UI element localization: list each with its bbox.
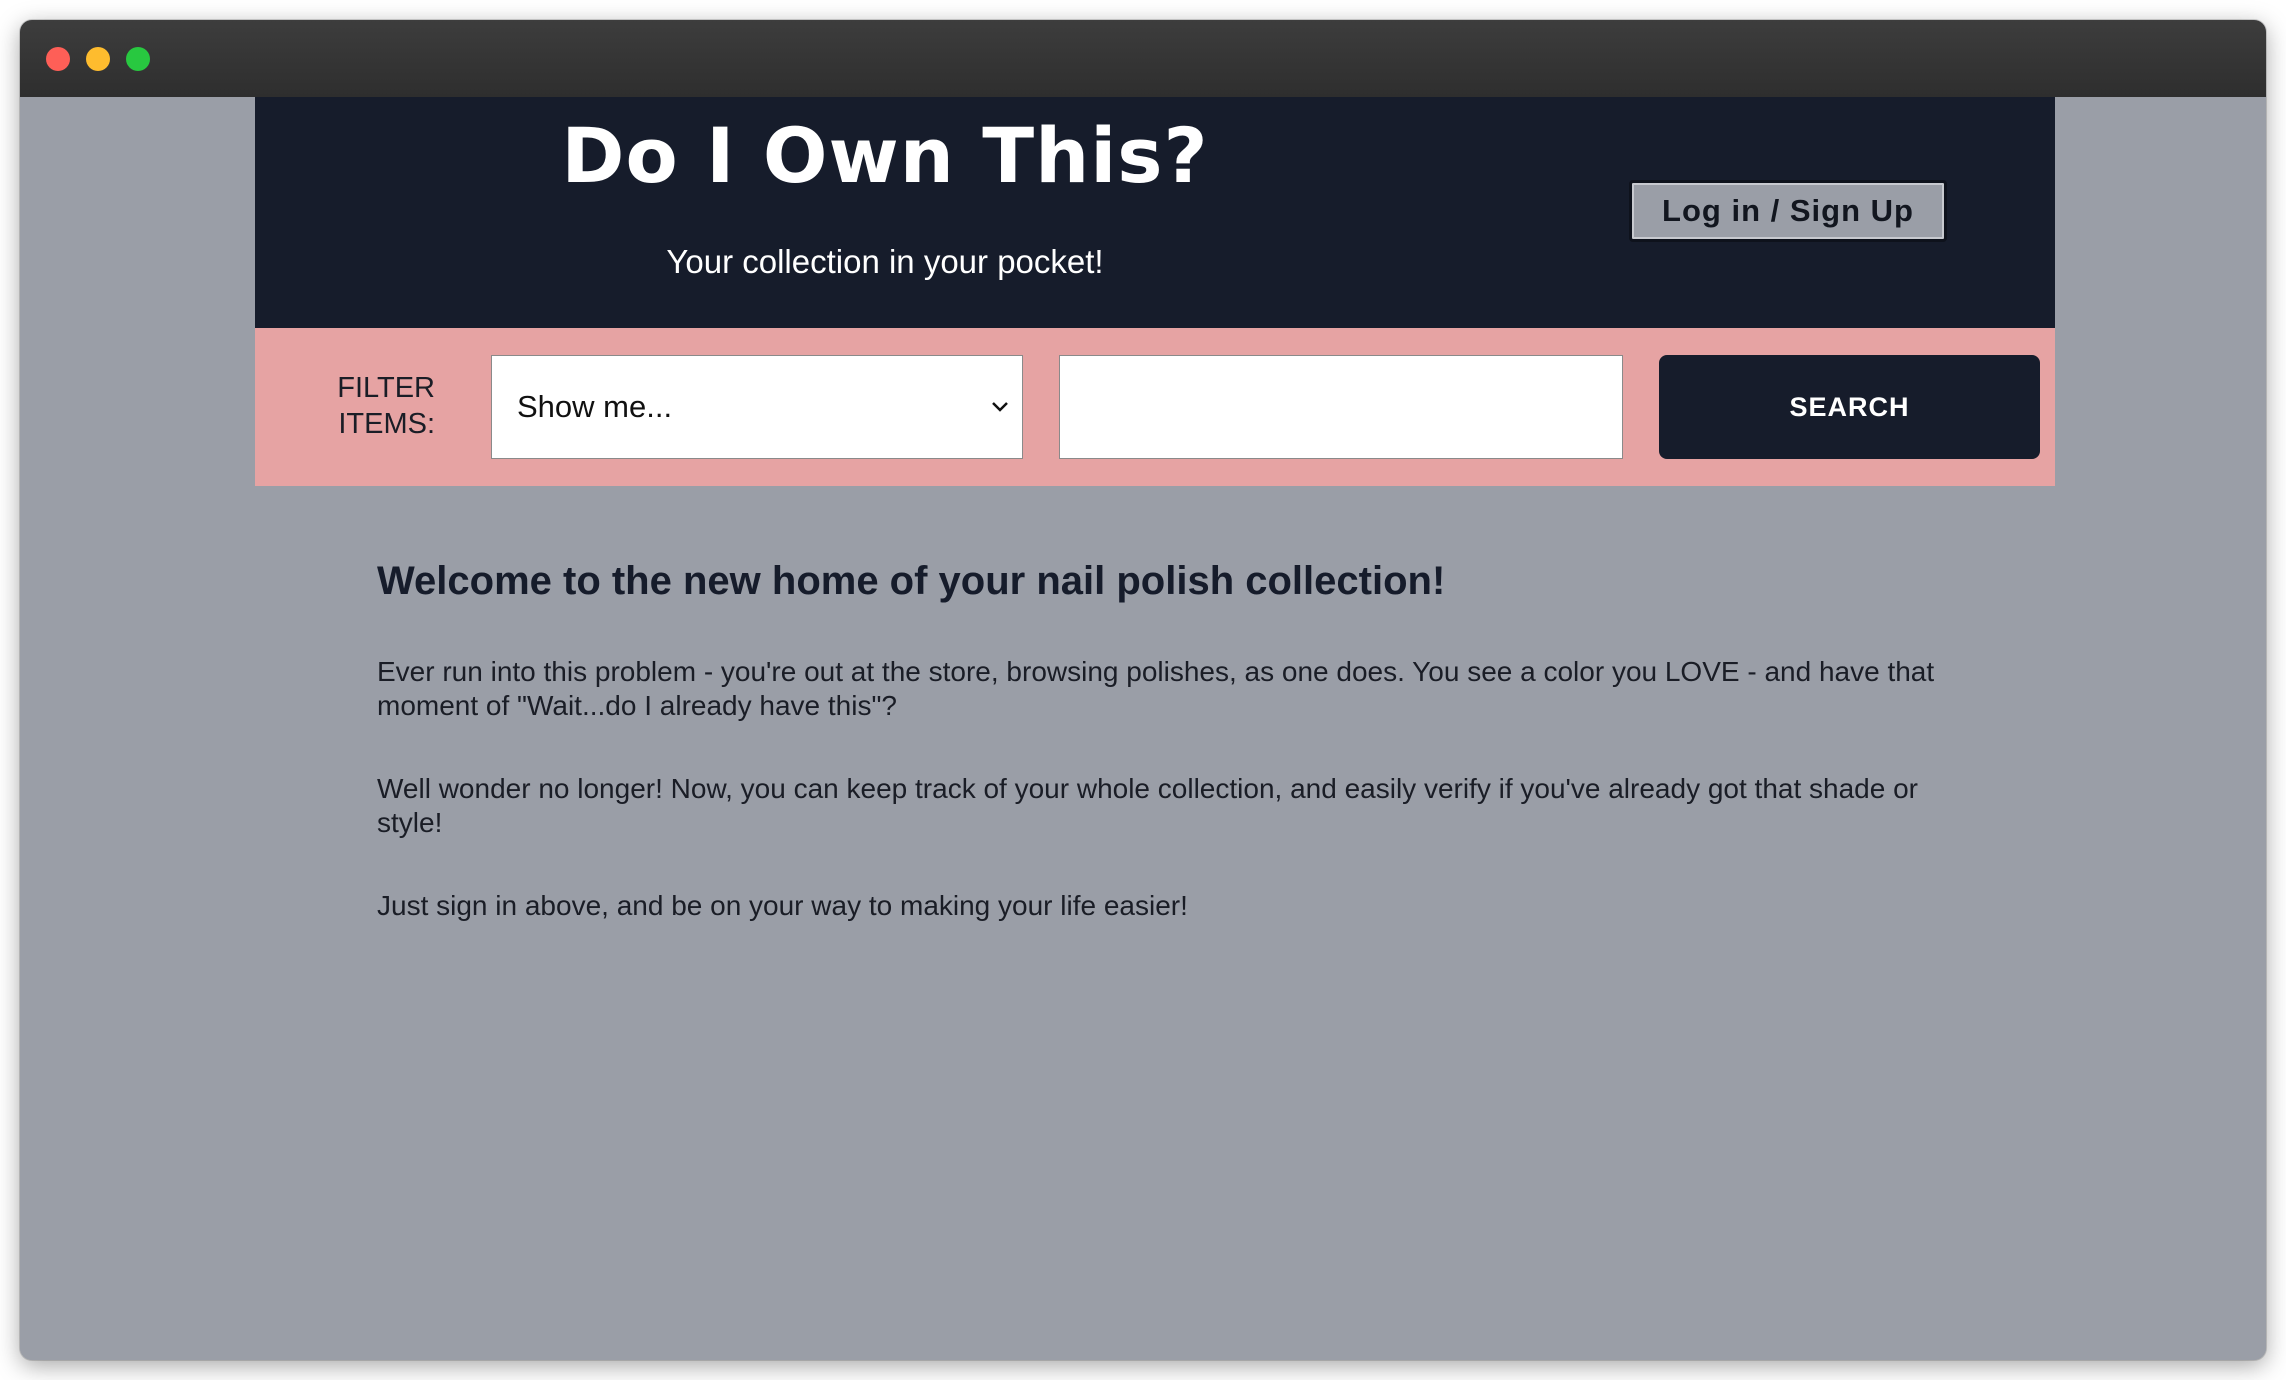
minimize-window-button[interactable] xyxy=(86,47,110,71)
filter-label-line2: ITEMS: xyxy=(338,408,435,440)
benefit-paragraph: Well wonder no longer! Now, you can keep… xyxy=(377,773,1918,838)
page-container: Do I Own This? Your collection in your p… xyxy=(255,97,2055,921)
filter-select[interactable]: Show me... xyxy=(491,355,1023,459)
maximize-window-button[interactable] xyxy=(126,47,150,71)
search-input[interactable] xyxy=(1059,355,1623,459)
filter-select-value: Show me... xyxy=(517,389,673,424)
signin-prompt-paragraph: Just sign in above, and be on your way t… xyxy=(377,890,1188,921)
chevron-down-icon xyxy=(992,402,1008,412)
window-titlebar xyxy=(20,20,2266,98)
intro-paragraph: Ever run into this problem - you're out … xyxy=(377,656,1935,721)
site-subtitle: Your collection in your pocket! xyxy=(666,243,1104,280)
main-content: Welcome to the new home of your nail pol… xyxy=(377,559,1977,923)
close-window-button[interactable] xyxy=(46,47,70,71)
filter-label: FILTER ITEMS: xyxy=(315,370,435,442)
filter-bar: FILTER ITEMS: Show me... SEARCH xyxy=(255,328,2055,486)
browser-window: Do I Own This? Your collection in your p… xyxy=(20,20,2266,1360)
site-title: Do I Own This? xyxy=(561,111,1209,200)
site-header: Do I Own This? Your collection in your p… xyxy=(255,97,2055,328)
login-signup-button[interactable]: Log in / Sign Up xyxy=(1629,180,1947,242)
welcome-heading: Welcome to the new home of your nail pol… xyxy=(377,559,1446,603)
page-viewport: Do I Own This? Your collection in your p… xyxy=(20,97,2266,1360)
filter-label-line1: FILTER xyxy=(337,372,435,404)
search-button[interactable]: SEARCH xyxy=(1659,355,2040,459)
